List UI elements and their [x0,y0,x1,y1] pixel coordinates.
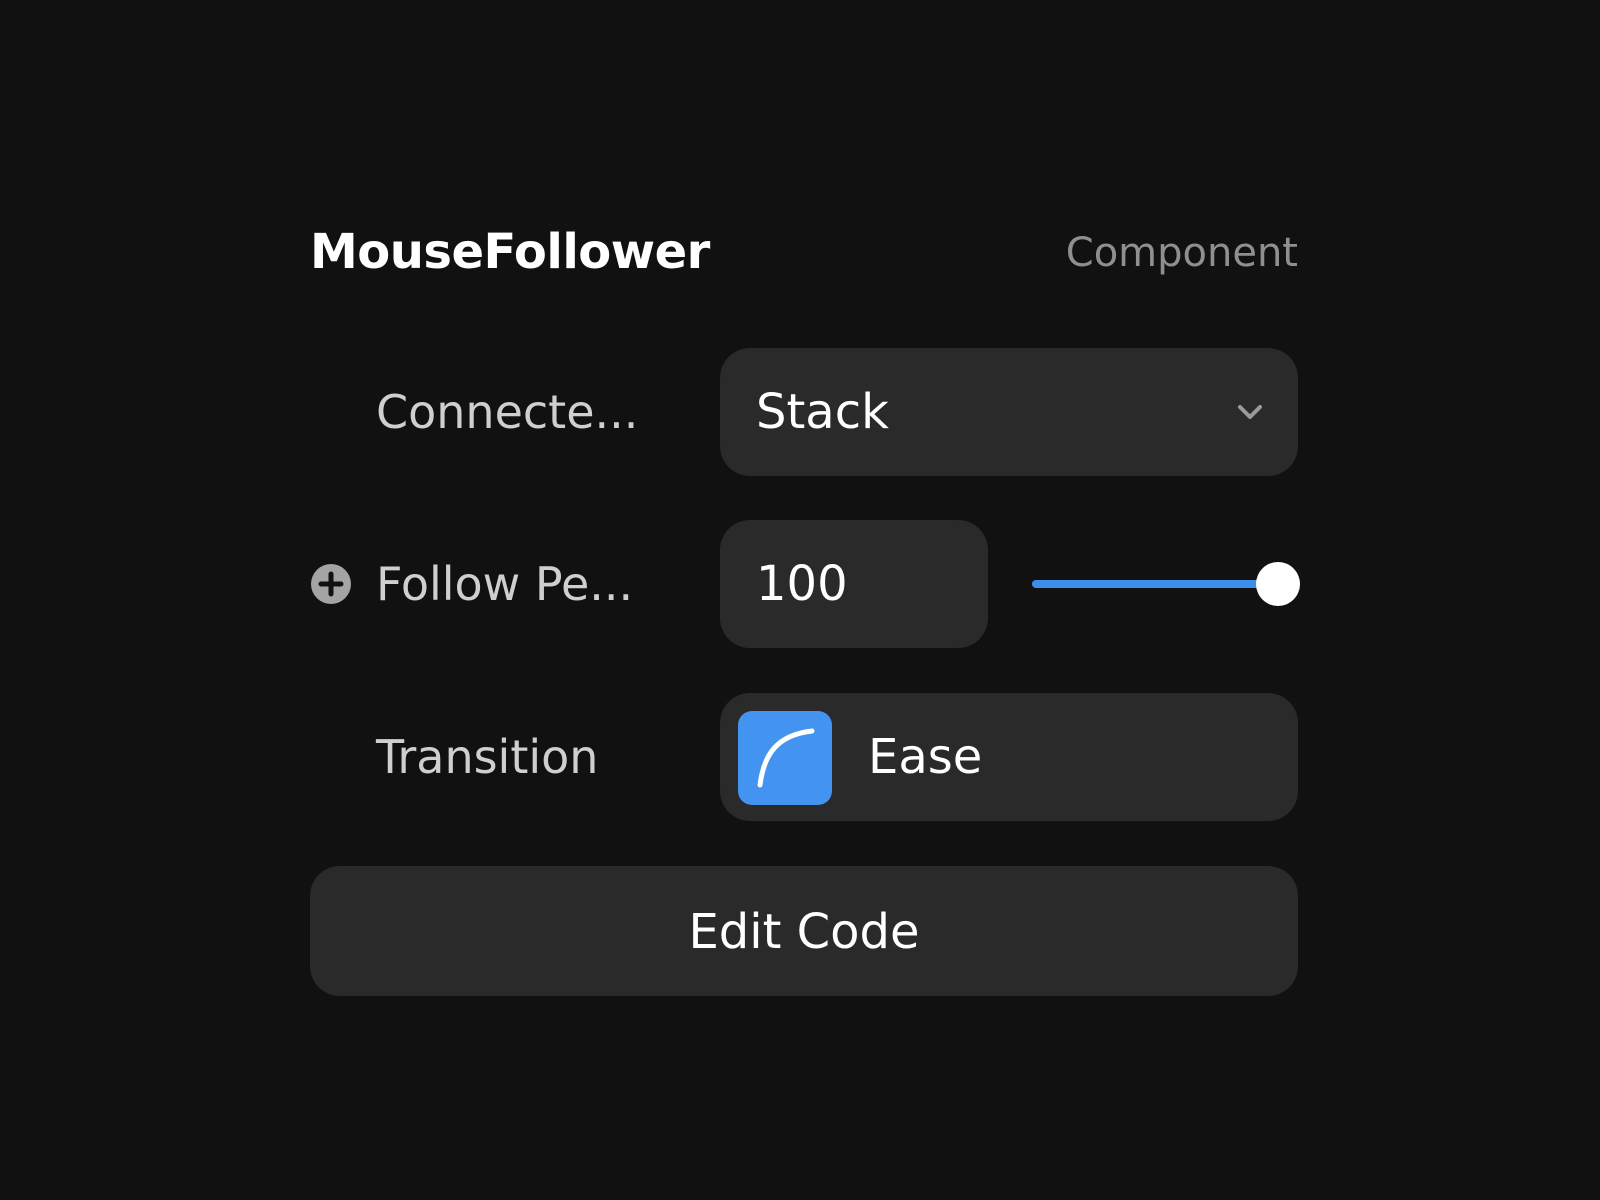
component-title: MouseFollower [310,224,710,280]
property-label-transition: Transition [376,730,599,784]
ease-curve-icon [757,728,815,788]
plus-circle-icon[interactable] [310,563,352,605]
connected-select-value: Stack [756,384,889,440]
property-label-connected: Connecte... [376,385,639,439]
ease-swatch [738,711,832,805]
follow-number-field[interactable] [720,520,988,648]
slider-fill [1032,580,1278,588]
property-row-connected: Connecte... Stack [310,348,1298,476]
transition-picker[interactable]: Ease [720,693,1298,821]
follow-number-input[interactable] [720,520,988,648]
chevron-down-icon [1238,405,1262,419]
property-row-transition: Transition Ease [310,693,1298,821]
connected-select[interactable]: Stack [720,348,1298,476]
property-label-follow: Follow Pe... [376,557,634,611]
follow-slider[interactable] [1032,560,1300,608]
panel-header: MouseFollower Component [310,210,1298,286]
component-type-label: Component [1065,230,1298,276]
edit-code-button[interactable]: Edit Code [310,866,1298,996]
property-row-follow: Follow Pe... [310,520,1300,648]
transition-value: Ease [868,729,983,785]
slider-thumb[interactable] [1256,562,1300,606]
component-properties-panel: MouseFollower Component Connecte... Stac… [310,210,1300,996]
